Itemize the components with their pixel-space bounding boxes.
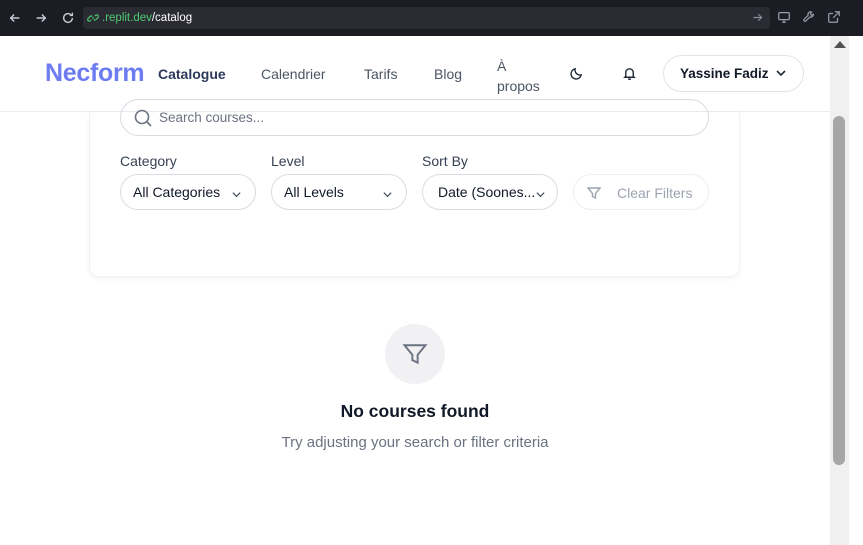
moon-icon[interactable] bbox=[567, 64, 585, 82]
sort-label: Sort By bbox=[422, 153, 468, 169]
nav-apropos[interactable]: À propos bbox=[497, 56, 540, 96]
category-label: Category bbox=[120, 153, 177, 169]
link-icon bbox=[87, 12, 99, 24]
level-value: All Levels bbox=[284, 184, 344, 200]
search-field[interactable] bbox=[120, 99, 709, 136]
nav-tarifs[interactable]: Tarifs bbox=[364, 66, 397, 82]
filter-icon bbox=[401, 340, 429, 368]
nav-calendrier[interactable]: Calendrier bbox=[261, 66, 326, 82]
window-edge bbox=[849, 36, 863, 545]
user-name: Yassine Fadiz bbox=[680, 66, 769, 81]
scroll-up-arrow-icon[interactable] bbox=[834, 41, 846, 48]
sort-value: Date (Soones... bbox=[438, 184, 536, 200]
category-select[interactable]: All Categories bbox=[120, 174, 256, 210]
category-value: All Categories bbox=[133, 184, 221, 200]
empty-state-badge bbox=[385, 324, 445, 384]
search-icon bbox=[133, 108, 153, 128]
nav-apropos-line2: propos bbox=[497, 78, 540, 94]
search-input[interactable] bbox=[159, 110, 708, 125]
nav-catalogue[interactable]: Catalogue bbox=[158, 66, 226, 82]
scrollbar[interactable] bbox=[830, 36, 849, 545]
monitor-icon[interactable] bbox=[776, 9, 792, 25]
url-host: .replit.dev bbox=[102, 12, 152, 24]
browser-actions bbox=[776, 9, 842, 25]
nav-blog[interactable]: Blog bbox=[434, 66, 462, 82]
logo[interactable]: Necform bbox=[45, 59, 145, 88]
chevron-down-icon bbox=[775, 67, 787, 79]
clear-filters-button[interactable]: Clear Filters bbox=[573, 174, 709, 210]
chevron-down-icon bbox=[382, 187, 393, 198]
forward-arrow-icon[interactable] bbox=[28, 5, 54, 31]
empty-state-subtitle: Try adjusting your search or filter crit… bbox=[281, 434, 549, 451]
wrench-icon[interactable] bbox=[801, 9, 817, 25]
filter-icon bbox=[586, 185, 602, 201]
clear-filters-label: Clear Filters bbox=[617, 185, 693, 201]
chevron-down-icon bbox=[535, 187, 546, 198]
user-menu-button[interactable]: Yassine Fadiz bbox=[663, 55, 804, 92]
scrollbar-thumb[interactable] bbox=[833, 116, 845, 465]
back-arrow-icon[interactable] bbox=[2, 5, 28, 31]
url-path: /catalog bbox=[151, 12, 193, 24]
address-bar[interactable]: .replit.dev/catalog bbox=[83, 7, 770, 29]
nav-apropos-line1: À bbox=[497, 58, 507, 74]
empty-state-title: No courses found bbox=[340, 401, 490, 421]
go-arrow-icon[interactable] bbox=[751, 11, 764, 24]
chevron-down-icon bbox=[231, 187, 242, 198]
sort-select[interactable]: Date (Soones... bbox=[422, 174, 558, 210]
bell-icon[interactable] bbox=[620, 64, 638, 82]
browser-toolbar: .replit.dev/catalog bbox=[0, 0, 863, 36]
external-link-icon[interactable] bbox=[826, 9, 842, 25]
level-label: Level bbox=[271, 153, 305, 169]
level-select[interactable]: All Levels bbox=[271, 174, 407, 210]
reload-icon[interactable] bbox=[55, 5, 81, 31]
